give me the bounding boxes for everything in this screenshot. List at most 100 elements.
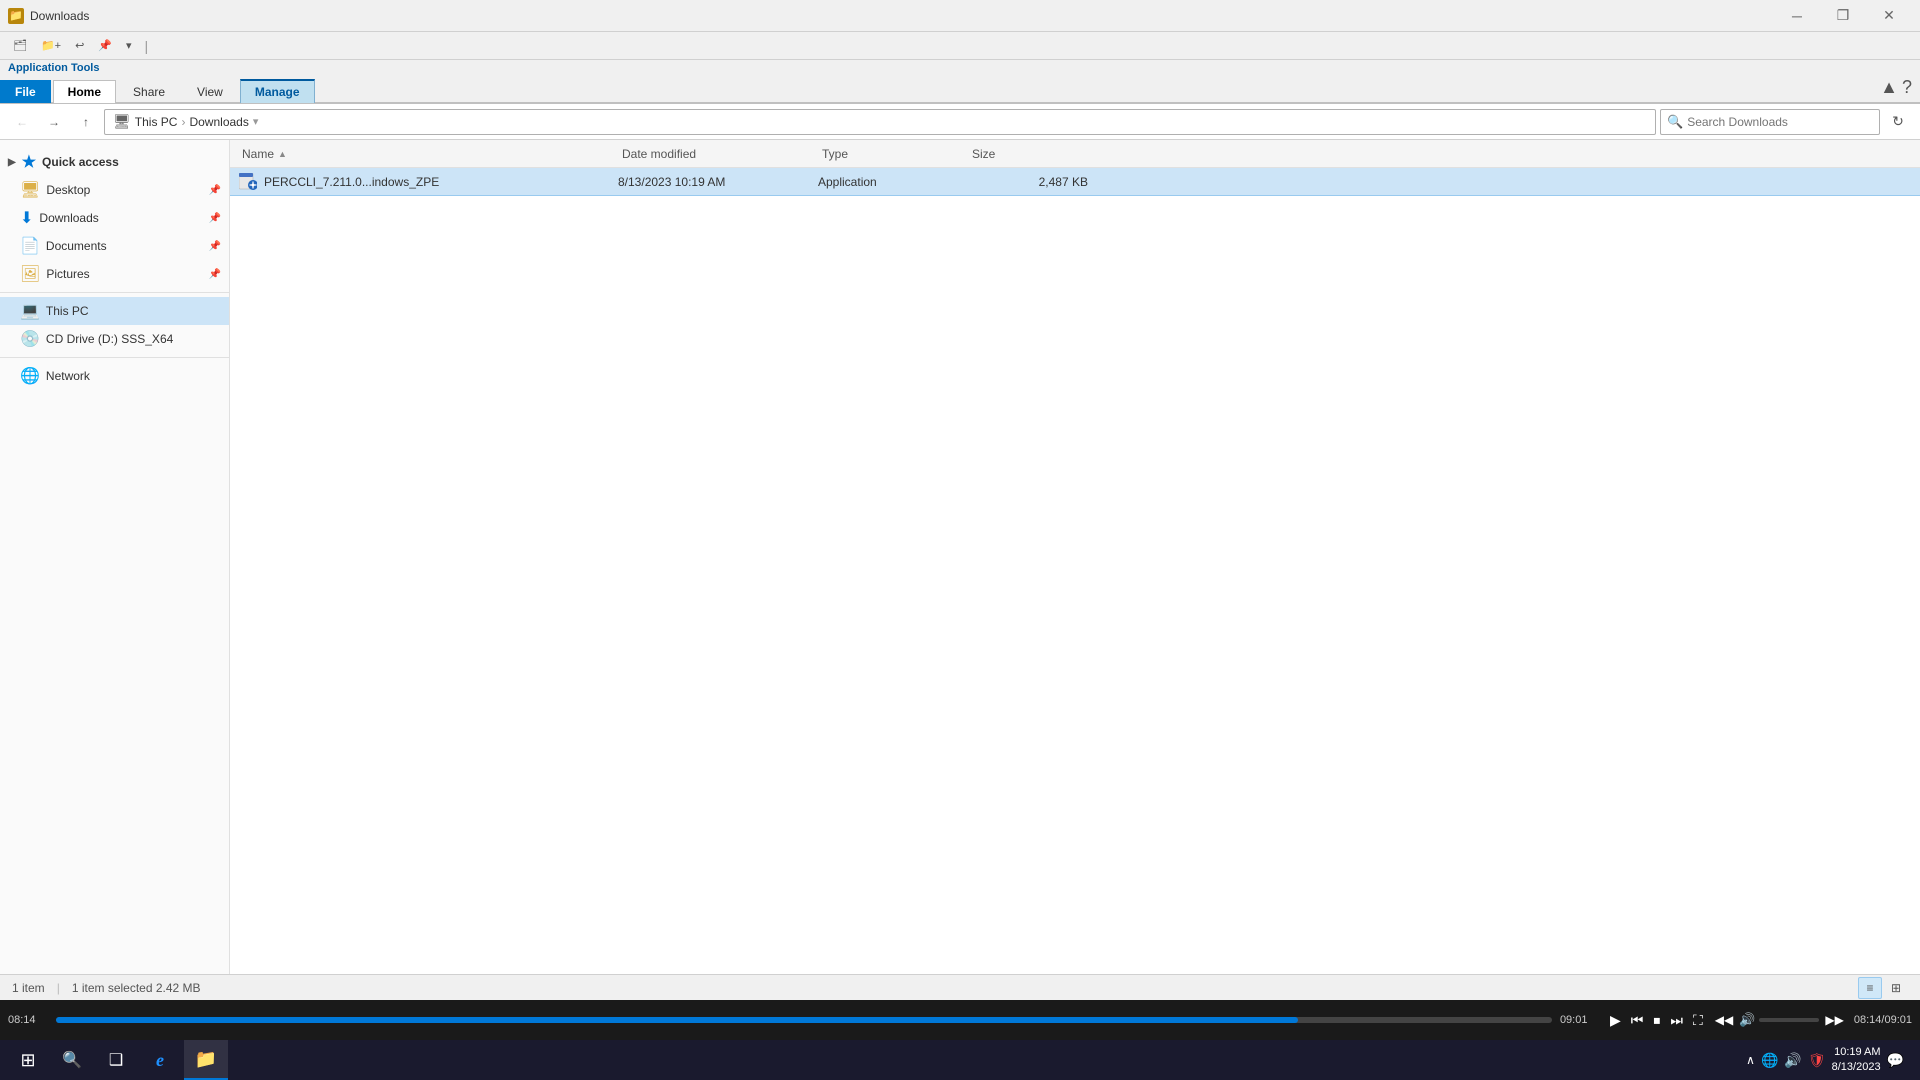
taskbar-date: 8/13/2023: [1832, 1060, 1881, 1075]
taskbar-ie-button[interactable]: e: [140, 1040, 180, 1080]
taskbar-action-center[interactable]: 💬: [1887, 1052, 1904, 1069]
back-button[interactable]: ←: [8, 108, 36, 136]
qat-properties[interactable]: 🗂: [8, 36, 32, 55]
qat-dropdown[interactable]: ▾: [121, 36, 137, 55]
table-row[interactable]: PERCCLI_7.211.0...indows_ZPE 8/13/2023 1…: [230, 168, 1920, 196]
forward-button[interactable]: →: [40, 108, 68, 136]
sidebar-item-cd-drive[interactable]: 💿 CD Drive (D:) SSS_X64: [0, 325, 229, 353]
file-type-icon: [238, 172, 258, 192]
col-header-name[interactable]: Name ▲: [238, 140, 618, 167]
col-header-date[interactable]: Date modified: [618, 140, 818, 167]
sidebar-cd-label: CD Drive (D:) SSS_X64: [46, 332, 173, 346]
column-headers: Name ▲ Date modified Type Size: [230, 140, 1920, 168]
search-input[interactable]: [1687, 115, 1873, 129]
ribbon: Application Tools File Home Share View M…: [0, 60, 1920, 104]
media-forward-button[interactable]: ▶▶: [1823, 1011, 1845, 1029]
file-area: Name ▲ Date modified Type Size: [230, 140, 1920, 974]
main-area: ▶ ★ Quick access 🖥 Desktop 📌 ⬇ Downloads…: [0, 140, 1920, 974]
col-header-size[interactable]: Size: [968, 140, 1088, 167]
taskbar-search-icon: 🔍: [62, 1050, 82, 1070]
tab-manage[interactable]: Manage: [240, 79, 315, 103]
sidebar-item-this-pc[interactable]: 💻 This PC: [0, 297, 229, 325]
ribbon-context-label: Application Tools: [8, 62, 99, 74]
media-prev-button[interactable]: ⏮: [1629, 1010, 1646, 1031]
search-icon: 🔍: [1667, 114, 1683, 130]
qat-pin[interactable]: 📌: [93, 36, 117, 55]
qat-undo[interactable]: ↩: [70, 36, 89, 55]
sidebar-separator-1: [0, 292, 229, 293]
sidebar-separator-2: [0, 357, 229, 358]
taskbar-defender-icon: 🛡: [1808, 1052, 1826, 1069]
minimize-button[interactable]: ─: [1774, 0, 1820, 32]
selected-info: 1 item selected 2.42 MB: [72, 981, 201, 995]
taskbar-explorer-button[interactable]: 📁: [184, 1040, 228, 1080]
qat-new-folder[interactable]: 📁+: [36, 36, 66, 55]
taskbar-search-button[interactable]: 🔍: [52, 1040, 92, 1080]
sidebar-item-label-desktop: Desktop: [46, 183, 90, 197]
quick-access-chevron: ▶: [8, 157, 16, 168]
sidebar-section-quick-access[interactable]: ▶ ★ Quick access: [0, 148, 229, 176]
sidebar-item-documents[interactable]: 📄 Documents 📌: [0, 232, 229, 260]
media-next-button[interactable]: ⏭: [1668, 1010, 1685, 1031]
ribbon-collapse[interactable]: ▲: [1880, 77, 1898, 98]
documents-folder-icon: 📄: [20, 236, 40, 256]
window-title: Downloads: [30, 9, 89, 23]
media-fullscreen-button[interactable]: ⛶: [1691, 1010, 1705, 1031]
media-vol-icon: 🔊: [1739, 1012, 1755, 1028]
sidebar-item-label-documents: Documents: [46, 239, 107, 253]
title-bar-left: 📁 Downloads: [8, 8, 89, 24]
tab-share[interactable]: Share: [118, 80, 180, 103]
sidebar: ▶ ★ Quick access 🖥 Desktop 📌 ⬇ Downloads…: [0, 140, 230, 974]
sidebar-item-pictures[interactable]: 🖼 Pictures 📌: [0, 260, 229, 288]
col-header-type[interactable]: Type: [818, 140, 968, 167]
cd-drive-icon: 💿: [20, 329, 40, 349]
taskbar-task-view[interactable]: ❑: [96, 1040, 136, 1080]
view-details-button[interactable]: ≡: [1858, 977, 1882, 999]
pin-icon-documents: 📌: [209, 241, 221, 252]
taskbar-chevron[interactable]: ∧: [1746, 1053, 1755, 1067]
start-button[interactable]: ⊞: [8, 1040, 48, 1080]
sidebar-network-label: Network: [46, 369, 90, 383]
quick-access-toolbar: 🗂 📁+ ↩ 📌 ▾ |: [0, 32, 1920, 60]
sidebar-item-desktop[interactable]: 🖥 Desktop 📌: [0, 176, 229, 204]
media-rewind-button[interactable]: ◀◀: [1713, 1011, 1735, 1029]
taskbar-network-icon[interactable]: 🌐: [1761, 1052, 1778, 1069]
pin-icon-pictures: 📌: [209, 269, 221, 280]
new-folder-icon: 📁+: [41, 39, 61, 52]
pin-icon-desktop: 📌: [209, 185, 221, 196]
media-play-button[interactable]: ▶: [1608, 1010, 1623, 1031]
file-date-cell: 8/13/2023 10:19 AM: [618, 175, 818, 189]
address-current: Downloads: [189, 115, 248, 129]
qat-separator: |: [145, 38, 149, 54]
restore-button[interactable]: ❐: [1820, 0, 1866, 32]
explorer-icon: 📁: [195, 1049, 217, 1070]
this-pc-icon: 💻: [20, 301, 40, 321]
taskbar-speaker-icon[interactable]: 🔊: [1784, 1052, 1801, 1069]
ie-icon: e: [156, 1050, 164, 1071]
close-button[interactable]: ✕: [1866, 0, 1912, 32]
view-tiles-button[interactable]: ⊞: [1884, 977, 1908, 999]
media-progress-bar[interactable]: [56, 1017, 1552, 1023]
up-button[interactable]: ↑: [72, 108, 100, 136]
tab-file[interactable]: File: [0, 80, 51, 103]
sidebar-item-downloads[interactable]: ⬇ Downloads 📌: [0, 204, 229, 232]
address-this-pc: This PC: [135, 115, 178, 129]
media-vol-bar[interactable]: [1759, 1018, 1819, 1022]
file-name-cell: PERCCLI_7.211.0...indows_ZPE: [238, 172, 618, 192]
sidebar-item-label-pictures: Pictures: [46, 267, 89, 281]
ribbon-help[interactable]: ?: [1902, 77, 1912, 98]
taskbar-clock[interactable]: 10:19 AM 8/13/2023: [1832, 1045, 1881, 1076]
file-type-cell: Application: [818, 175, 968, 189]
search-box[interactable]: 🔍: [1660, 109, 1880, 135]
address-chevron[interactable]: ▾: [253, 115, 259, 128]
media-current-time: 08:14/09:01: [1854, 1014, 1912, 1026]
tab-home[interactable]: Home: [53, 80, 116, 103]
media-stop-button[interactable]: ⏹: [1651, 1010, 1662, 1031]
refresh-button[interactable]: ↻: [1884, 108, 1912, 136]
address-path[interactable]: 🖥 This PC › Downloads ▾: [104, 109, 1656, 135]
sidebar-this-pc-label: This PC: [46, 304, 89, 318]
address-bar: ← → ↑ 🖥 This PC › Downloads ▾ 🔍 ↻: [0, 104, 1920, 140]
sidebar-item-network[interactable]: 🌐 Network: [0, 362, 229, 390]
tab-view[interactable]: View: [182, 80, 238, 103]
media-volume: ◀◀ 🔊 ▶▶: [1713, 1011, 1846, 1029]
